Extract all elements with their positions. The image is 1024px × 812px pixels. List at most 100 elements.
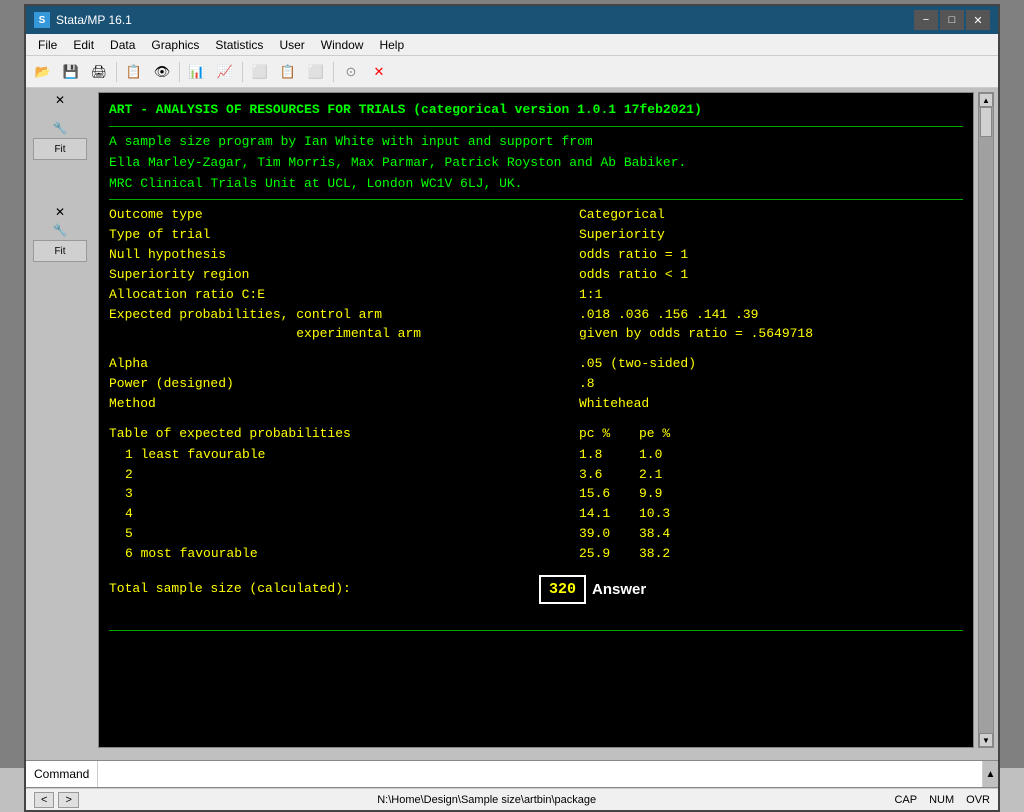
pe-1: 1.0: [639, 446, 662, 465]
command-scroll[interactable]: ▲: [982, 761, 998, 787]
scroll-thumb[interactable]: [980, 107, 992, 137]
menu-file[interactable]: File: [30, 36, 65, 54]
pc-6: 25.9: [579, 545, 639, 564]
bottom-spacer: [26, 752, 998, 760]
data-editor-button[interactable]: ⬜: [247, 60, 273, 84]
tool-icon-2[interactable]: 🔧: [52, 222, 68, 238]
table-row-6: 6 most favourable 25.9 38.2: [109, 545, 963, 564]
table-row-2: 2 3.6 2.1: [109, 466, 963, 485]
print-button[interactable]: 🖨: [86, 60, 112, 84]
menu-help[interactable]: Help: [371, 36, 412, 54]
sample-size-value: 320: [539, 575, 586, 605]
field-null-hyp: Null hypothesis odds ratio = 1: [109, 246, 963, 265]
rank-5: 5: [109, 525, 579, 544]
label-null-hyp: Null hypothesis: [109, 246, 579, 265]
menubar: File Edit Data Graphics Statistics User …: [26, 34, 998, 56]
break-button[interactable]: ⊙: [338, 60, 364, 84]
var-manager-button[interactable]: 📋: [275, 60, 301, 84]
menu-user[interactable]: User: [271, 36, 312, 54]
view-button[interactable]: 👁: [149, 60, 175, 84]
chart-button[interactable]: 📈: [212, 60, 238, 84]
tool-icon-1[interactable]: 🔧: [52, 120, 68, 136]
menu-window[interactable]: Window: [313, 36, 372, 54]
field-exp-prob-ctrl: Expected probabilities, control arm .018…: [109, 306, 963, 325]
toolbar-separator-2: [179, 62, 180, 82]
value-alpha: .05 (two-sided): [579, 355, 696, 374]
menu-data[interactable]: Data: [102, 36, 143, 54]
status-path: N:\Home\Design\Sample size\artbin\packag…: [377, 794, 596, 806]
main-area: ✕ 🔧 Fit ✕ 🔧 Fit ART - ANALYSIS OF RESOUR…: [26, 88, 998, 752]
value-exp-prob-ctrl: .018 .036 .156 .141 .39: [579, 306, 758, 325]
value-method: Whitehead: [579, 395, 649, 414]
close-icon-2[interactable]: ✕: [52, 204, 68, 220]
sample-size-label: Total sample size (calculated):: [109, 580, 539, 599]
scroll-track[interactable]: [979, 107, 993, 733]
maximize-button[interactable]: □: [940, 10, 964, 30]
value-null-hyp: odds ratio = 1: [579, 246, 688, 265]
label-alloc-ratio: Allocation ratio C:E: [109, 286, 579, 305]
table-row-4: 4 14.1 10.3: [109, 505, 963, 524]
scroll-down-arrow[interactable]: ▼: [979, 733, 993, 747]
toolbar-separator-4: [333, 62, 334, 82]
rank-6: 6 most favourable: [109, 545, 579, 564]
divider-2: [109, 199, 963, 200]
toolbar-separator-1: [116, 62, 117, 82]
label-power: Power (designed): [109, 375, 579, 394]
value-alloc-ratio: 1:1: [579, 286, 602, 305]
menu-statistics[interactable]: Statistics: [207, 36, 271, 54]
label-sup-region: Superiority region: [109, 266, 579, 285]
pe-6: 38.2: [639, 545, 670, 564]
fit-button-1[interactable]: Fit: [33, 138, 87, 160]
nav-back-button[interactable]: <: [34, 792, 54, 808]
command-label: Command: [26, 761, 98, 787]
label-trial-type: Type of trial: [109, 226, 579, 245]
label-method: Method: [109, 395, 579, 414]
field-alloc-ratio: Allocation ratio C:E 1:1: [109, 286, 963, 305]
pc-2: 3.6: [579, 466, 639, 485]
cap-indicator: CAP: [894, 794, 917, 806]
table-row-5: 5 39.0 38.4: [109, 525, 963, 544]
results-scrollbar[interactable]: ▲ ▼: [978, 92, 994, 748]
save-button[interactable]: 💾: [58, 60, 84, 84]
menu-edit[interactable]: Edit: [65, 36, 102, 54]
value-sup-region: odds ratio < 1: [579, 266, 688, 285]
field-trial-type: Type of trial Superiority: [109, 226, 963, 245]
command-bar: Command ▲: [26, 760, 998, 788]
scroll-up-arrow[interactable]: ▲: [979, 93, 993, 107]
field-outcome-type: Outcome type Categorical: [109, 206, 963, 225]
field-exp-prob-exp: experimental arm given by odds ratio = .…: [109, 325, 963, 344]
table-row-3: 3 15.6 9.9: [109, 485, 963, 504]
value-trial-type: Superiority: [579, 226, 665, 245]
label-outcome-type: Outcome type: [109, 206, 579, 225]
rank-2: 2: [109, 466, 579, 485]
table-col1-header: pc %: [579, 425, 639, 444]
author-line-1: A sample size program by Ian White with …: [109, 133, 963, 152]
log-button[interactable]: 📋: [121, 60, 147, 84]
pe-2: 2.1: [639, 466, 662, 485]
do-editor-button[interactable]: ⬜: [303, 60, 329, 84]
app-icon: S: [34, 12, 50, 28]
close-button[interactable]: ✕: [966, 10, 990, 30]
table-row-1: 1 least favourable 1.8 1.0: [109, 446, 963, 465]
left-strip: ✕ 🔧 Fit ✕ 🔧 Fit: [26, 88, 94, 752]
sample-size-row: Total sample size (calculated): 320 Answ…: [109, 575, 963, 605]
menu-graphics[interactable]: Graphics: [143, 36, 207, 54]
rank-4: 4: [109, 505, 579, 524]
label-exp-prob-ctrl: Expected probabilities, control arm: [109, 306, 579, 325]
label-alpha: Alpha: [109, 355, 579, 374]
cancel-button[interactable]: ✕: [366, 60, 392, 84]
rank-1: 1 least favourable: [109, 446, 579, 465]
value-power: .8: [579, 375, 595, 394]
pe-4: 10.3: [639, 505, 670, 524]
graph-button[interactable]: 📊: [184, 60, 210, 84]
minimize-button[interactable]: −: [914, 10, 938, 30]
open-button[interactable]: 📂: [30, 60, 56, 84]
field-sup-region: Superiority region odds ratio < 1: [109, 266, 963, 285]
nav-forward-button[interactable]: >: [58, 792, 78, 808]
close-panel-icon[interactable]: ✕: [52, 92, 68, 108]
pc-1: 1.8: [579, 446, 639, 465]
fit-button-2[interactable]: Fit: [33, 240, 87, 262]
ovr-indicator: OVR: [966, 794, 990, 806]
results-window[interactable]: ART - ANALYSIS OF RESOURCES FOR TRIALS (…: [98, 92, 974, 748]
author-line-3: MRC Clinical Trials Unit at UCL, London …: [109, 175, 963, 194]
